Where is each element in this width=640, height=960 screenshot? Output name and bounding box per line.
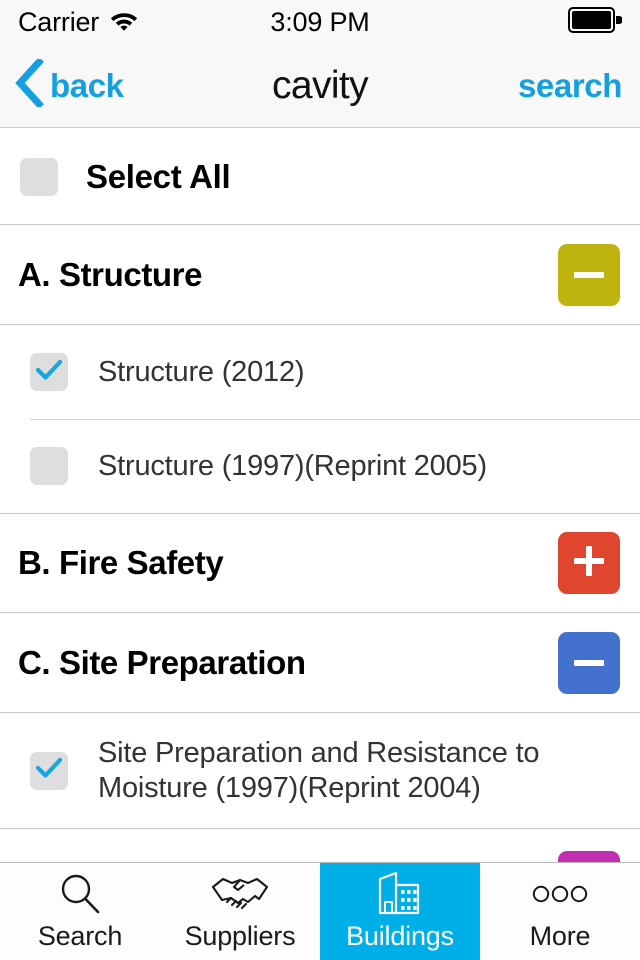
section-header-b[interactable]: B. Fire Safety	[0, 513, 640, 613]
search-button[interactable]: search	[518, 67, 622, 105]
list-item[interactable]: Structure (2012)	[0, 325, 640, 419]
list-item[interactable]: Site Preparation and Resistance to Moist…	[0, 713, 640, 829]
tab-suppliers[interactable]: Suppliers	[160, 863, 320, 960]
section-title: A. Structure	[18, 255, 203, 293]
section-collapse-button[interactable]	[558, 851, 620, 862]
checkbox-unchecked-icon[interactable]	[20, 157, 58, 196]
list-item[interactable]: Structure (1997)(Reprint 2005)	[0, 419, 640, 513]
tab-search[interactable]: Search	[0, 863, 160, 960]
checkbox-unchecked-icon[interactable]	[30, 447, 68, 485]
list-item-label: Site Preparation and Resistance to Moist…	[98, 737, 540, 804]
minus-icon	[574, 266, 604, 284]
status-time: 3:09 PM	[270, 6, 370, 37]
tab-label: Suppliers	[184, 921, 296, 951]
list-item-label: Structure (1997)(Reprint 2005)	[98, 449, 487, 482]
tab-label: Search	[37, 921, 123, 951]
section-header-partial[interactable]	[0, 829, 640, 862]
tab-bar: Search Suppliers Buildings More	[0, 862, 640, 960]
status-bar-left: Carrier	[18, 7, 270, 38]
battery-full-icon	[568, 6, 623, 38]
tab-more[interactable]: More	[480, 863, 640, 960]
section-collapse-button[interactable]	[558, 631, 620, 694]
section-header-c[interactable]: C. Site Preparation	[0, 613, 640, 713]
handshake-icon	[210, 871, 270, 917]
tab-label: Buildings	[346, 921, 454, 951]
tab-label: More	[529, 921, 591, 951]
list-item-label: Structure (2012)	[98, 355, 305, 388]
select-all-row[interactable]: Select All	[0, 129, 640, 225]
section-header-a[interactable]: A. Structure	[0, 225, 640, 325]
section-title: C. Site Preparation	[18, 643, 306, 681]
status-bar: Carrier 3:09 PM	[0, 0, 640, 44]
check-icon	[35, 757, 63, 784]
section-expand-button[interactable]	[558, 532, 620, 594]
buildings-icon	[374, 871, 426, 917]
select-all-label: Select All	[86, 157, 231, 195]
minus-icon	[574, 654, 604, 672]
carrier-label: Carrier	[18, 6, 100, 37]
app-screen: Carrier 3:09 PM back cavity search Selec…	[0, 0, 640, 960]
wifi-icon	[109, 9, 139, 36]
row-separator	[30, 419, 640, 420]
checkbox-checked-icon[interactable]	[30, 353, 68, 391]
navigation-bar: back cavity search	[0, 44, 640, 128]
section-title: B. Fire Safety	[18, 544, 224, 581]
checkbox-checked-icon[interactable]	[30, 751, 68, 790]
section-collapse-button[interactable]	[558, 243, 620, 306]
three-circles-icon	[532, 871, 588, 917]
results-list[interactable]: Select All A. Structure Structure (2012)	[0, 129, 640, 862]
check-icon	[35, 359, 63, 386]
magnifier-icon	[57, 871, 103, 917]
status-bar-right	[370, 6, 623, 38]
tab-buildings[interactable]: Buildings	[320, 863, 480, 960]
plus-icon	[574, 545, 604, 581]
